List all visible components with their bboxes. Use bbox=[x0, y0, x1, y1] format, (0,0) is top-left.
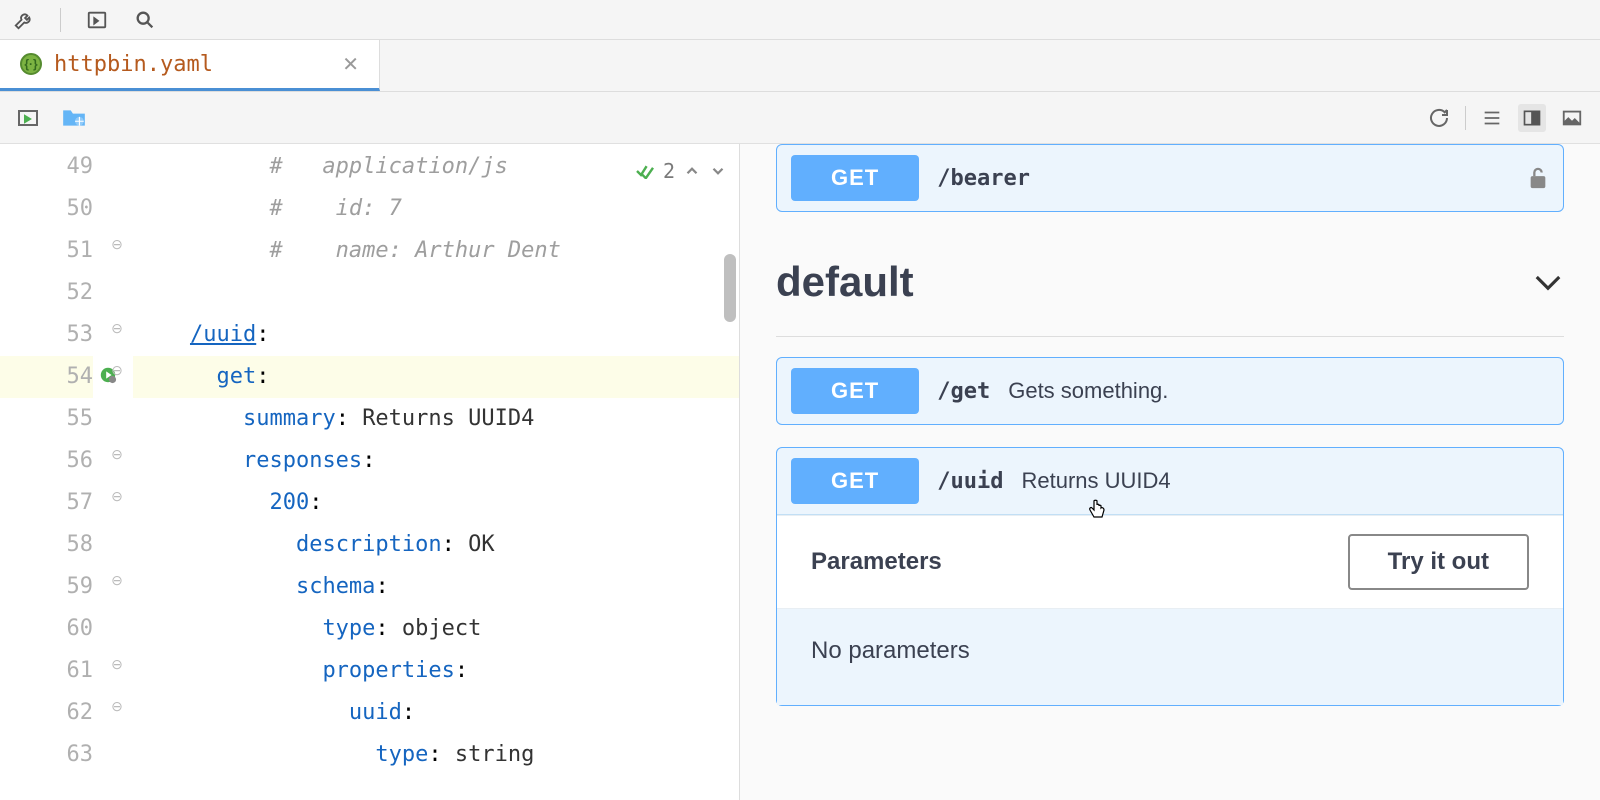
refresh-icon[interactable] bbox=[1425, 104, 1453, 132]
editor-toolbar bbox=[0, 92, 1600, 144]
line-number: 52 bbox=[0, 272, 93, 314]
line-number: 62 bbox=[0, 692, 93, 734]
chevron-down-icon[interactable] bbox=[1532, 272, 1564, 292]
scrollbar-thumb[interactable] bbox=[724, 254, 736, 322]
run-preview-icon[interactable] bbox=[14, 104, 42, 132]
endpoint-uuid: GET /uuid Returns UUID4 Parameters Try i… bbox=[776, 447, 1564, 706]
split-view-icon[interactable] bbox=[1518, 104, 1546, 132]
image-view-icon[interactable] bbox=[1558, 104, 1586, 132]
fold-marker[interactable]: ⊖ bbox=[109, 236, 125, 252]
endpoint-path: /get bbox=[937, 379, 990, 404]
line-number: 49 bbox=[0, 146, 93, 188]
separator bbox=[60, 8, 61, 32]
line-number: 63 bbox=[0, 734, 93, 776]
try-it-out-button[interactable]: Try it out bbox=[1348, 534, 1529, 590]
fold-marker[interactable]: ⊖ bbox=[109, 362, 125, 378]
openapi-file-icon: {·} bbox=[20, 53, 42, 75]
chevron-up-icon[interactable] bbox=[683, 162, 701, 180]
line-number: 50 bbox=[0, 188, 93, 230]
wrench-icon[interactable] bbox=[12, 8, 36, 32]
close-icon[interactable]: ✕ bbox=[342, 52, 359, 77]
method-badge: GET bbox=[791, 155, 919, 201]
tab-label: httpbin.yaml bbox=[54, 52, 213, 77]
line-number: 56 bbox=[0, 440, 93, 482]
parameters-label: Parameters bbox=[811, 548, 942, 576]
list-view-icon[interactable] bbox=[1478, 104, 1506, 132]
endpoint-description: Gets something. bbox=[1008, 378, 1168, 404]
editor-tabs: {·} httpbin.yaml ✕ bbox=[0, 40, 1600, 92]
section-default[interactable]: default bbox=[776, 234, 1564, 337]
section-title: default bbox=[776, 258, 914, 306]
main-split: 49 50 51 52 53 54 55 56 57 58 59 60 61 6… bbox=[0, 144, 1600, 800]
inspection-count: 2 bbox=[663, 150, 675, 192]
endpoint-header[interactable]: GET /uuid Returns UUID4 bbox=[777, 448, 1563, 514]
line-gutter: 49 50 51 52 53 54 55 56 57 58 59 60 61 6… bbox=[0, 144, 105, 800]
line-number: 54 bbox=[0, 356, 93, 398]
method-badge: GET bbox=[791, 458, 919, 504]
code-content[interactable]: # application/js # id: 7 # name: Arthur … bbox=[133, 144, 739, 800]
method-badge: GET bbox=[791, 368, 919, 414]
endpoint-path: /uuid bbox=[937, 469, 1003, 494]
line-number: 53 bbox=[0, 314, 93, 356]
line-number: 51 bbox=[0, 230, 93, 272]
fold-marker[interactable]: ⊖ bbox=[109, 572, 125, 588]
endpoint-path: /bearer bbox=[937, 166, 1030, 191]
line-number: 57 bbox=[0, 482, 93, 524]
inspection-widget[interactable]: 2 bbox=[635, 150, 727, 192]
endpoint-bearer[interactable]: GET /bearer bbox=[776, 144, 1564, 212]
fold-marker[interactable]: ⊖ bbox=[109, 488, 125, 504]
folder-icon[interactable] bbox=[60, 104, 88, 132]
fold-marker[interactable]: ⊖ bbox=[109, 698, 125, 714]
line-number: 60 bbox=[0, 608, 93, 650]
search-icon[interactable] bbox=[133, 8, 157, 32]
parameters-bar: Parameters Try it out bbox=[777, 515, 1563, 609]
run-panel-icon[interactable] bbox=[85, 8, 109, 32]
check-icon bbox=[635, 163, 655, 179]
top-toolbar bbox=[0, 0, 1600, 40]
tab-httpbin-yaml[interactable]: {·} httpbin.yaml ✕ bbox=[0, 40, 380, 91]
fold-marker[interactable]: ⊖ bbox=[109, 320, 125, 336]
fold-column: ⊖ ⊖ ⊖ ⊖ ⊖ ⊖ ⊖ ⊖ bbox=[105, 144, 133, 800]
separator bbox=[1465, 106, 1466, 130]
endpoint-description: Returns UUID4 bbox=[1021, 468, 1170, 494]
no-parameters-text: No parameters bbox=[777, 609, 1563, 705]
chevron-down-icon[interactable] bbox=[709, 162, 727, 180]
line-number: 59 bbox=[0, 566, 93, 608]
lock-icon[interactable] bbox=[1527, 165, 1549, 191]
line-number: 55 bbox=[0, 398, 93, 440]
endpoint-get[interactable]: GET /get Gets something. bbox=[776, 357, 1564, 425]
fold-marker[interactable]: ⊖ bbox=[109, 446, 125, 462]
code-editor[interactable]: 49 50 51 52 53 54 55 56 57 58 59 60 61 6… bbox=[0, 144, 740, 800]
line-number: 61 bbox=[0, 650, 93, 692]
line-number: 58 bbox=[0, 524, 93, 566]
swagger-preview: GET /bearer default GET /get Gets someth… bbox=[740, 144, 1600, 800]
fold-marker[interactable]: ⊖ bbox=[109, 656, 125, 672]
